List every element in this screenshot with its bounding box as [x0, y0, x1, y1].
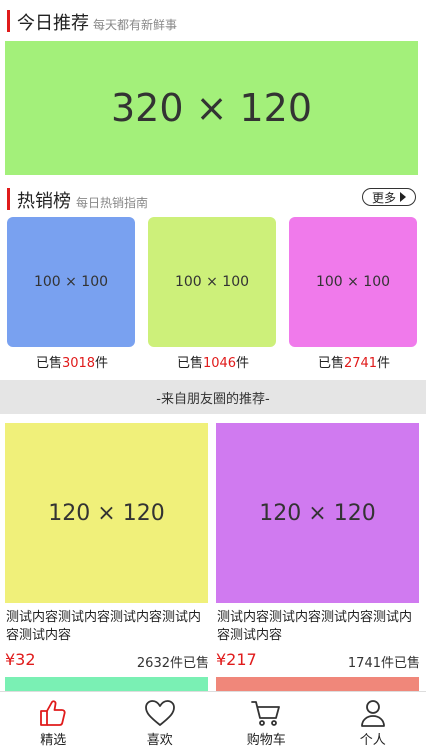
tab-label: 个人	[360, 729, 386, 748]
sold-count: 已售3018件	[7, 352, 137, 371]
hot-item-image[interactable]: 100 × 100	[148, 217, 276, 347]
section-marker	[7, 188, 10, 210]
product-description: 测试内容测试内容测试内容测试内容测试内容	[217, 609, 421, 645]
image-placeholder-text: 100 × 100	[175, 274, 249, 290]
cart-icon	[250, 698, 282, 728]
tab-label: 购物车	[247, 729, 286, 748]
image-placeholder-text: 120 × 120	[48, 501, 164, 526]
more-label: 更多	[372, 189, 396, 206]
sold-count: 已售2741件	[289, 352, 419, 371]
product-card-peek[interactable]	[216, 677, 419, 691]
today-banner[interactable]: 320 × 120	[5, 41, 418, 175]
friends-recommend-band: -来自朋友圈的推荐-	[0, 380, 426, 414]
product-price: ¥217	[216, 650, 257, 669]
product-card-peek[interactable]	[5, 677, 208, 691]
product-sold-count: 1741件已售	[348, 652, 420, 671]
friends-recommend-label: -来自朋友圈的推荐-	[156, 388, 269, 407]
image-placeholder-text: 100 × 100	[316, 274, 390, 290]
tab-label: 精选	[40, 729, 66, 748]
banner-placeholder-text: 320 × 120	[111, 86, 312, 130]
more-button[interactable]: 更多	[362, 188, 416, 206]
section-marker	[7, 10, 10, 32]
bottom-tab-bar: 精选 喜欢 购物车 个人	[0, 691, 426, 752]
tab-label: 喜欢	[147, 729, 173, 748]
product-description: 测试内容测试内容测试内容测试内容测试内容	[6, 609, 210, 645]
thumbs-up-icon	[37, 698, 69, 728]
sold-count: 已售1046件	[148, 352, 278, 371]
hot-title: 热销榜	[17, 187, 71, 213]
product-price: ¥32	[5, 650, 36, 669]
tab-like[interactable]: 喜欢	[107, 692, 214, 752]
tab-profile[interactable]: 个人	[320, 692, 426, 752]
image-placeholder-text: 100 × 100	[34, 274, 108, 290]
tab-cart[interactable]: 购物车	[213, 692, 320, 752]
tab-featured[interactable]: 精选	[0, 692, 107, 752]
product-image[interactable]: 120 × 120	[216, 423, 419, 603]
today-header: 今日推荐 每天都有新鲜事	[0, 6, 426, 36]
hot-item-image[interactable]: 100 × 100	[7, 217, 135, 347]
hot-subtitle: 每日热销指南	[76, 194, 148, 211]
today-title: 今日推荐	[17, 9, 89, 35]
today-subtitle: 每天都有新鲜事	[93, 16, 177, 33]
hot-item-image[interactable]: 100 × 100	[289, 217, 417, 347]
image-placeholder-text: 120 × 120	[259, 501, 375, 526]
product-sold-count: 2632件已售	[137, 652, 209, 671]
product-image[interactable]: 120 × 120	[5, 423, 208, 603]
heart-icon	[144, 698, 176, 728]
person-icon	[357, 698, 389, 728]
triangle-right-icon	[400, 192, 406, 202]
